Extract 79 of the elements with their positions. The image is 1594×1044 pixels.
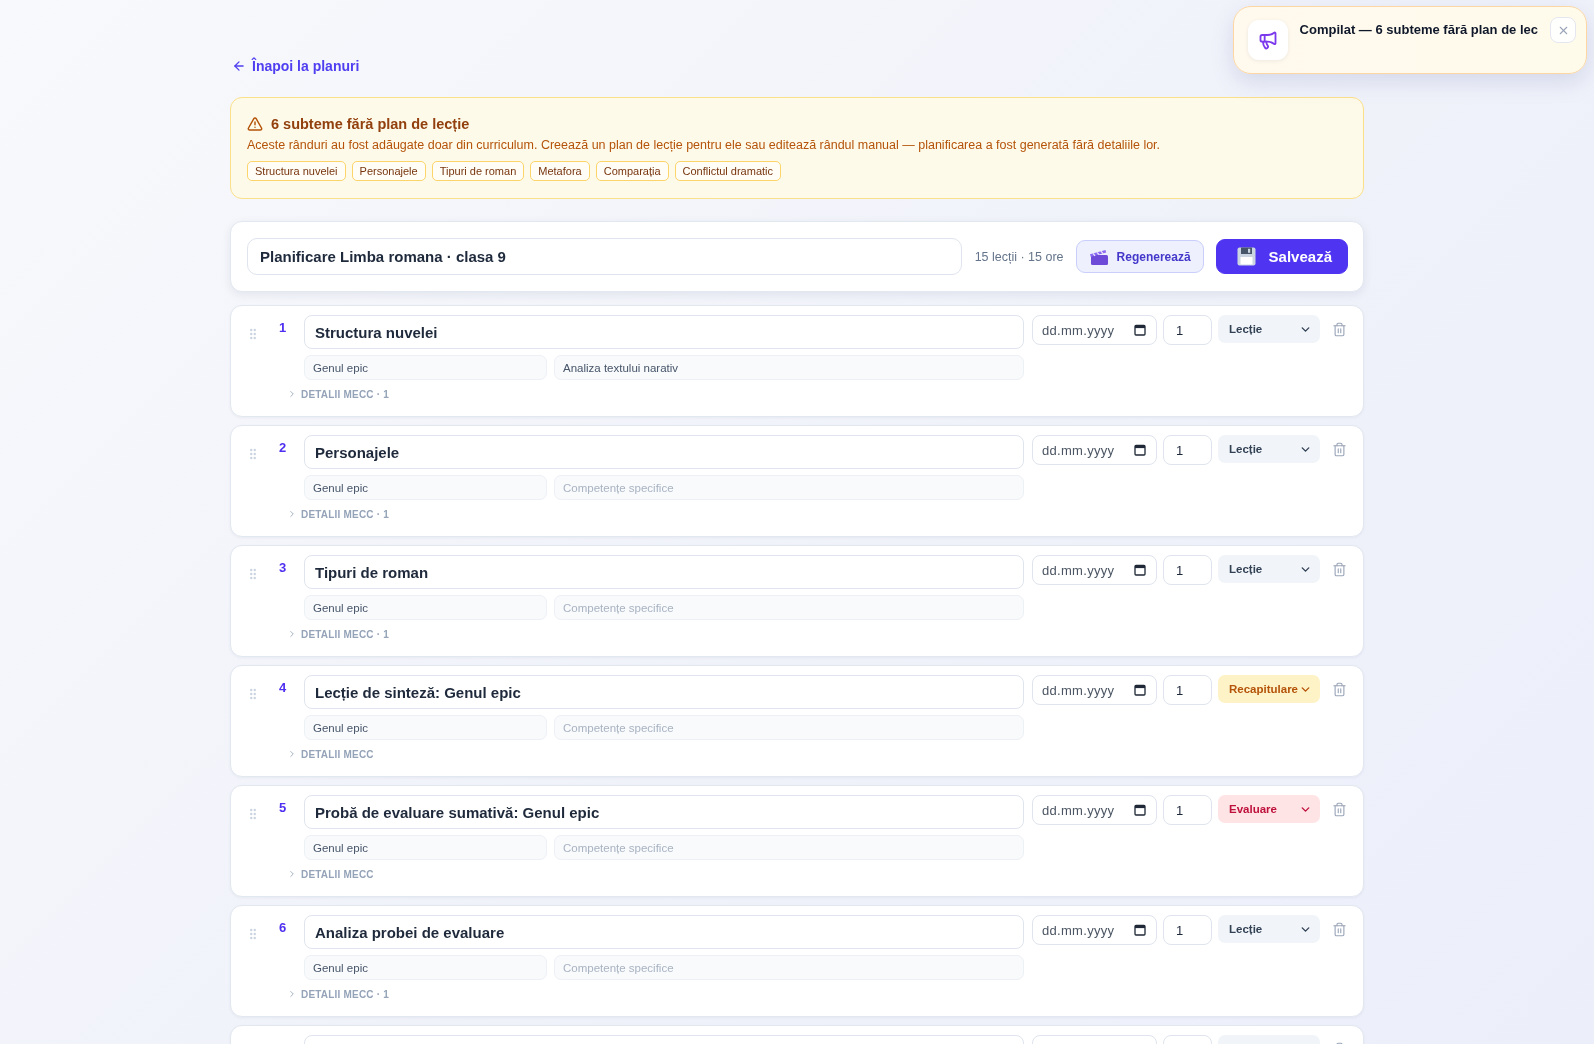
competences-input[interactable]: Analiza textului narativ xyxy=(554,355,1024,380)
lesson-summary: 15 lecții · 15 ore xyxy=(974,249,1064,264)
hours-input[interactable]: 1 xyxy=(1163,435,1212,465)
topic-tag: Conflictul dramatic xyxy=(674,161,782,181)
type-select[interactable]: Evaluare xyxy=(1218,795,1320,823)
calendar-icon[interactable] xyxy=(1134,444,1146,456)
title-input[interactable]: Probă de evaluare sumativă: Genul epic xyxy=(304,795,1024,829)
hours-input[interactable]: 1 xyxy=(1163,675,1212,705)
save-button[interactable]: Salvează xyxy=(1215,239,1348,274)
delete-button[interactable] xyxy=(1332,322,1347,337)
warning-icon xyxy=(247,116,263,132)
title-input[interactable]: Lecție de sinteză: Genul epic xyxy=(304,675,1024,709)
trash-icon xyxy=(1332,922,1347,937)
topic-tag: Comparația xyxy=(595,161,669,181)
unit-input[interactable]: Genul epic xyxy=(304,715,547,740)
delete-button[interactable] xyxy=(1332,682,1347,697)
calendar-icon[interactable] xyxy=(1134,564,1146,576)
topic-tag: Structura nuvelei xyxy=(247,161,346,181)
trash-icon xyxy=(1332,442,1347,457)
date-input[interactable]: dd.mm.yyyy xyxy=(1032,795,1157,825)
title-input[interactable]: Tipuri de roman xyxy=(304,555,1024,589)
warning-message: Aceste rânduri au fost adăugate doar din curriculum. Creează un plan de lecție pentru ele sau editează rândul manual — planificarea a fost generată fără detaliile lor. xyxy=(247,137,1162,153)
row-number: 6 xyxy=(278,920,287,936)
row-number: 5 xyxy=(278,800,287,816)
calendar-icon[interactable] xyxy=(1134,684,1146,696)
delete-button[interactable] xyxy=(1332,442,1347,457)
competences-input[interactable]: Competențe specifice xyxy=(554,595,1024,620)
trash-icon xyxy=(1332,682,1347,697)
topic-tag: Tipuri de roman xyxy=(431,161,525,181)
row-number: 2 xyxy=(278,440,287,456)
row-number: 3 xyxy=(278,560,287,576)
date-input[interactable]: dd.mm.yyyy xyxy=(1032,555,1157,585)
toast-message: Compilat — 6 subteme fără plan de lec xyxy=(1299,22,1538,38)
unit-input[interactable]: Genul epic xyxy=(304,355,547,380)
unit-input[interactable]: Genul epic xyxy=(304,835,547,860)
title-input[interactable]: Structura nuvelei xyxy=(304,315,1024,349)
plan-title-input[interactable]: Planificare Limba romana · clasa 9 xyxy=(247,238,962,275)
topic-tag: Personajele xyxy=(351,161,426,181)
type-select[interactable]: Lecție xyxy=(1218,915,1320,943)
delete-button[interactable] xyxy=(1332,922,1347,937)
date-input[interactable]: dd.mm.yyyy xyxy=(1032,675,1157,705)
title-input[interactable]: Personajele xyxy=(304,435,1024,469)
hours-input[interactable]: 1 xyxy=(1163,315,1212,345)
clapperboard-icon xyxy=(1088,248,1109,265)
calendar-icon[interactable] xyxy=(1134,324,1146,336)
type-select[interactable]: Lecție xyxy=(1218,435,1320,463)
date-input[interactable]: dd.mm.yyyy xyxy=(1032,915,1157,945)
hours-input[interactable]: 1 xyxy=(1163,795,1212,825)
row-number: 1 xyxy=(278,320,287,336)
date-input[interactable]: dd.mm.yyyy xyxy=(1032,315,1157,345)
warning-title: 6 subteme fără plan de lecție xyxy=(271,115,470,133)
unit-input[interactable]: Genul epic xyxy=(304,595,547,620)
trash-icon xyxy=(1332,322,1347,337)
regenerate-button[interactable]: Regenerează xyxy=(1075,240,1204,273)
megaphone-icon xyxy=(1247,20,1288,60)
title-input[interactable]: Analiza probei de evaluare xyxy=(304,915,1024,949)
unit-input[interactable]: Genul epic xyxy=(304,955,547,980)
delete-button[interactable] xyxy=(1332,562,1347,577)
calendar-icon[interactable] xyxy=(1134,804,1146,816)
type-select[interactable]: Recapitulare xyxy=(1218,675,1320,703)
competences-input[interactable]: Competențe specifice xyxy=(554,835,1024,860)
row-number: 4 xyxy=(278,680,287,696)
back-link[interactable]: Înapoi la planuri xyxy=(230,55,362,77)
trash-icon xyxy=(1332,802,1347,817)
competences-input[interactable]: Competențe specifice xyxy=(554,955,1024,980)
delete-button[interactable] xyxy=(1332,802,1347,817)
type-select[interactable]: Lecție xyxy=(1218,555,1320,583)
calendar-icon[interactable] xyxy=(1134,924,1146,936)
competences-input[interactable]: Competențe specifice xyxy=(554,715,1024,740)
hours-input[interactable]: 1 xyxy=(1163,915,1212,945)
arrow-left-icon xyxy=(232,59,246,73)
unit-input[interactable]: Genul epic xyxy=(304,475,547,500)
trash-icon xyxy=(1332,562,1347,577)
date-input[interactable]: dd.mm.yyyy xyxy=(1032,435,1157,465)
hours-input[interactable]: 1 xyxy=(1163,555,1212,585)
topic-tag: Metafora xyxy=(530,161,590,181)
close-button[interactable] xyxy=(1550,17,1576,43)
competences-input[interactable]: Competențe specifice xyxy=(554,475,1024,500)
type-select[interactable]: Lecție xyxy=(1218,315,1320,343)
